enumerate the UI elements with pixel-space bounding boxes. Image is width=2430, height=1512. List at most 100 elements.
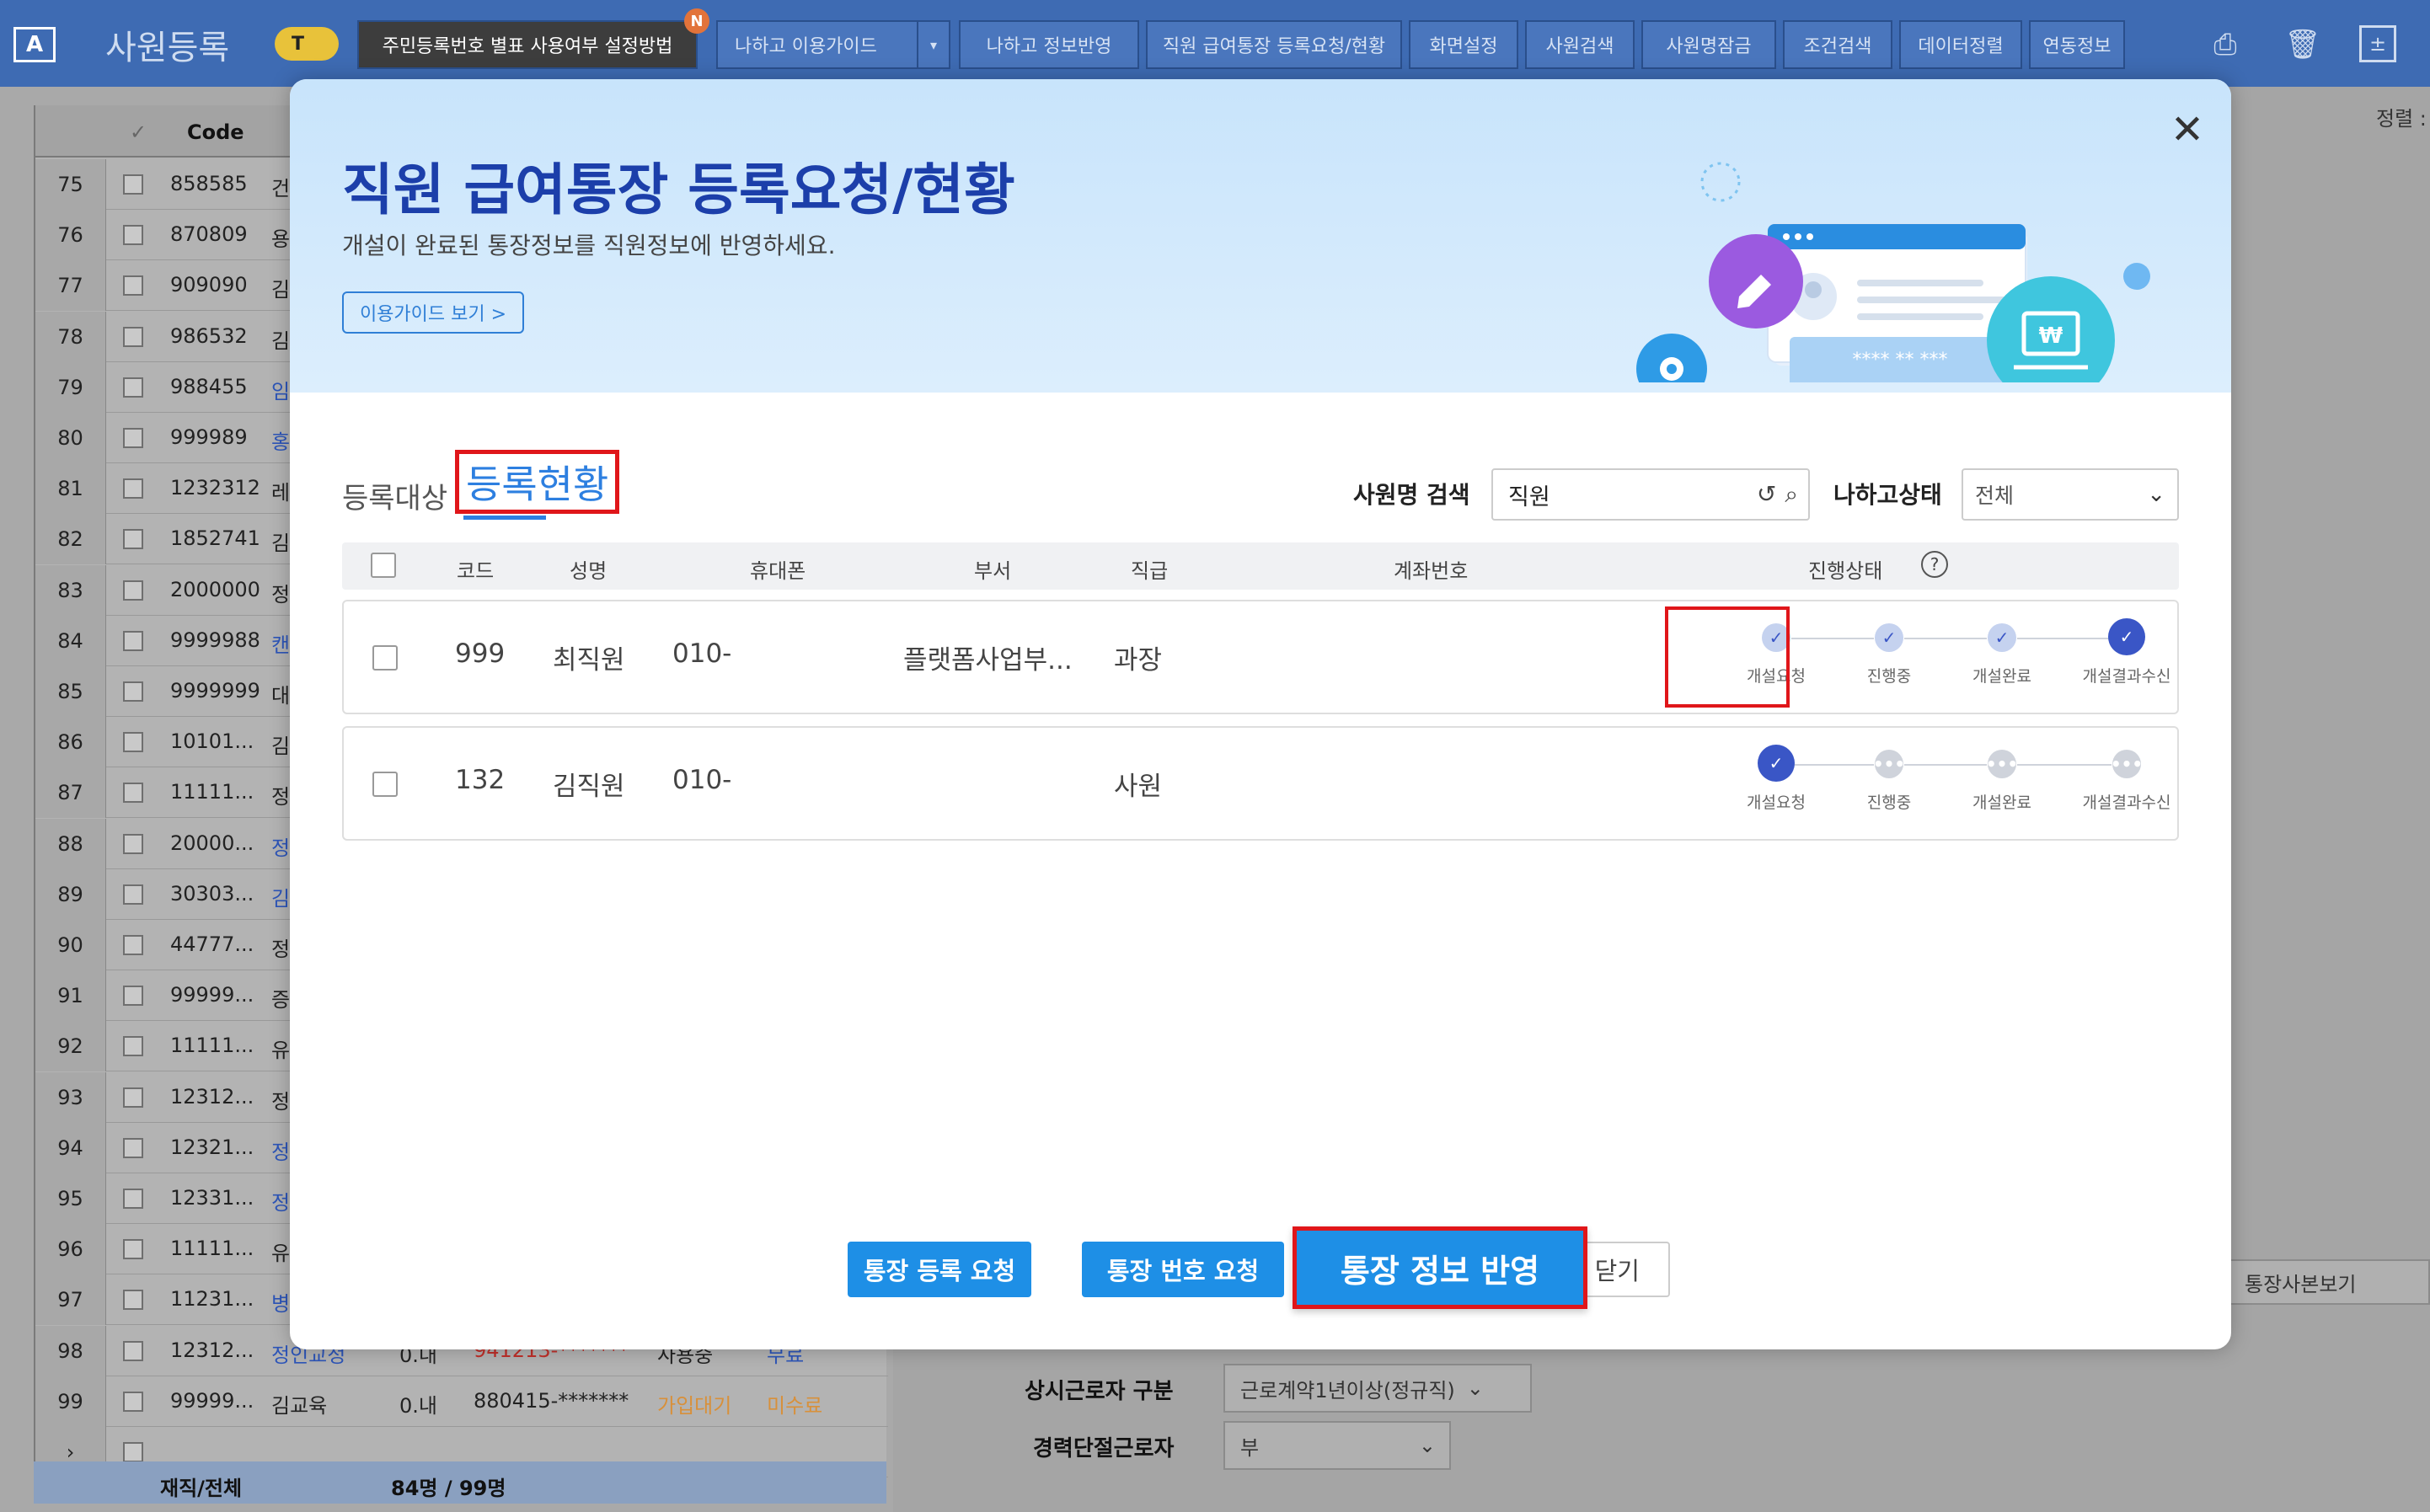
row-number: 77 bbox=[35, 260, 106, 312]
step-label: 개설요청 bbox=[1747, 793, 1806, 812]
footer-label: 재직/전체 bbox=[160, 1477, 243, 1500]
row-code: 909090 bbox=[170, 273, 248, 297]
progress-step: ••• 진행중 bbox=[1839, 745, 1940, 813]
row-checkbox[interactable] bbox=[123, 428, 143, 448]
row-number: 87 bbox=[35, 767, 106, 819]
row-cell: 미수료 bbox=[767, 1393, 823, 1418]
row-checkbox[interactable] bbox=[123, 377, 143, 398]
bankbook-request-button[interactable]: 직원 급여통장 등록요청/현황 bbox=[1146, 20, 1402, 69]
condition-search-button[interactable]: 조건검색 bbox=[1783, 20, 1892, 69]
row-number: 92 bbox=[35, 1021, 106, 1072]
select-all-checkbox[interactable] bbox=[371, 553, 396, 578]
row-code: 11111... bbox=[170, 1237, 254, 1261]
reset-icon[interactable]: ↺ bbox=[1757, 480, 1776, 509]
table-row[interactable]: 999 최직원 010- 플랫폼사업부... 과장 ✓ 개설요청 ✓ 진행중 ✓ 개설완료 ✓ 개설결과… bbox=[342, 600, 2179, 714]
rrn-setting-button[interactable]: 주민등록번호 별표 사용여부 설정방법 bbox=[357, 20, 698, 69]
number-request-button[interactable]: 통장 번호 요청 bbox=[1082, 1242, 1284, 1297]
guide-button[interactable]: 이용가이드 보기 > bbox=[342, 291, 524, 334]
row-number: 79 bbox=[35, 361, 106, 413]
worker-type-select[interactable]: 근로계약1년이상(정규직) ⌄ bbox=[1223, 1364, 1532, 1413]
progress-step: ✓ 진행중 bbox=[1839, 618, 1940, 687]
row-checkbox[interactable] bbox=[123, 1137, 143, 1158]
bankbook-modal: 직원 급여통장 등록요청/현황 개설이 완료된 통장정보를 직원정보에 반영하세… bbox=[290, 79, 2231, 1349]
link-info-button[interactable]: 연동정보 bbox=[2029, 20, 2125, 69]
row-checkbox[interactable] bbox=[123, 935, 143, 955]
modal-subtitle: 개설이 완료된 통장정보를 직원정보에 반영하세요. bbox=[342, 232, 836, 259]
tab-register-status[interactable]: 등록현황 bbox=[455, 450, 620, 514]
guide-dropdown-button[interactable]: 나하고 이용가이드 bbox=[716, 20, 950, 69]
name-lock-button[interactable]: 사원명잠금 bbox=[1641, 20, 1776, 69]
row-number: 80 bbox=[35, 413, 106, 463]
row-checkbox[interactable] bbox=[123, 478, 143, 500]
employee-search-button[interactable]: 사원검색 bbox=[1525, 20, 1635, 69]
row-checkbox[interactable] bbox=[123, 1340, 143, 1361]
row-checkbox[interactable] bbox=[123, 1189, 143, 1209]
step-label: 진행중 bbox=[1866, 793, 1912, 812]
bankbook-illustration: **** ** *** ₩ bbox=[1636, 162, 2150, 382]
check-icon: ✓ bbox=[1875, 623, 1903, 652]
row-checkbox[interactable] bbox=[123, 225, 143, 246]
row-code: 44777... bbox=[170, 932, 254, 956]
row-checkbox[interactable] bbox=[123, 783, 143, 804]
new-badge: N bbox=[684, 8, 709, 34]
trash-icon[interactable]: 🗑 bbox=[2282, 24, 2324, 66]
row-number: 94 bbox=[35, 1122, 106, 1173]
row-checkbox[interactable] bbox=[123, 630, 143, 651]
bankbook-copy-button[interactable]: 통장사본보기 bbox=[2228, 1259, 2430, 1305]
screen-setting-button[interactable]: 화면설정 bbox=[1409, 20, 1518, 69]
row-code: 132 bbox=[455, 765, 506, 795]
table-row[interactable]: 132 김직원 010- 사원 ✓ 개설요청 ••• 진행중 ••• 개설완료 ••• 개설결과수신 bbox=[342, 726, 2179, 841]
row-checkbox[interactable] bbox=[123, 275, 143, 297]
row-checkbox[interactable] bbox=[123, 580, 143, 601]
chevron-down-icon: ⌄ bbox=[1466, 1376, 1484, 1400]
row-checkbox[interactable] bbox=[123, 732, 143, 753]
chevron-down-icon[interactable]: ▾ bbox=[917, 20, 950, 69]
search-icon[interactable]: ⌕ bbox=[1785, 480, 1798, 509]
table-header: 코드 성명 휴대폰 부서 직급 계좌번호 진행상태 ? bbox=[342, 542, 2179, 590]
help-icon[interactable]: ? bbox=[1921, 551, 1948, 578]
pending-icon: ••• bbox=[2111, 750, 2143, 778]
info-reflect-button[interactable]: 나하고 정보반영 bbox=[959, 20, 1139, 69]
row-code: 1852741 bbox=[170, 526, 260, 551]
check-all-icon[interactable]: ✓ bbox=[130, 120, 147, 144]
row-checkbox[interactable] bbox=[123, 1036, 143, 1057]
grid-header-code: Code bbox=[187, 120, 244, 144]
row-checkbox[interactable] bbox=[123, 326, 143, 347]
won-sign-icon: ₩ bbox=[2039, 323, 2063, 349]
modal-banner: 직원 급여통장 등록요청/현황 개설이 완료된 통장정보를 직원정보에 반영하세… bbox=[290, 79, 2231, 393]
row-checkbox[interactable] bbox=[123, 884, 143, 905]
row-checkbox[interactable] bbox=[372, 772, 398, 797]
tab-register-target[interactable]: 등록대상 bbox=[342, 475, 447, 516]
row-checkbox[interactable] bbox=[123, 833, 143, 854]
row-checkbox[interactable] bbox=[123, 529, 143, 550]
row-checkbox[interactable] bbox=[123, 986, 143, 1007]
row-checkbox[interactable] bbox=[123, 1391, 143, 1412]
row-checkbox[interactable] bbox=[123, 1442, 143, 1462]
register-request-button[interactable]: 통장 등록 요청 bbox=[848, 1242, 1031, 1297]
career-break-select[interactable]: 부 ⌄ bbox=[1223, 1421, 1451, 1470]
grid-row[interactable]: 99 99999... 김교육 0.내 880415-******* 가입대기 미수료 bbox=[35, 1376, 888, 1427]
calculator-icon[interactable]: ± bbox=[2359, 25, 2396, 62]
row-number: 86 bbox=[35, 717, 106, 768]
name-search-input[interactable]: 직원 ↺ ⌕ bbox=[1491, 468, 1810, 521]
row-dept: 플랫폼사업부... bbox=[903, 645, 1073, 676]
print-icon[interactable]: ⎙ bbox=[2204, 24, 2246, 66]
row-checkbox[interactable] bbox=[123, 174, 143, 195]
masked-account-text: **** ** *** bbox=[1853, 350, 1948, 371]
row-checkbox[interactable] bbox=[372, 645, 398, 671]
status-select[interactable]: 전체 ⌄ bbox=[1962, 468, 2179, 521]
close-icon[interactable]: ✕ bbox=[2162, 104, 2213, 155]
row-checkbox[interactable] bbox=[123, 1087, 143, 1108]
row-checkbox[interactable] bbox=[123, 1239, 143, 1260]
progress-step: ✓ 개설완료 bbox=[1951, 618, 2053, 687]
row-checkbox[interactable] bbox=[123, 1290, 143, 1311]
reflect-info-button[interactable]: 통장 정보 반영 bbox=[1293, 1226, 1587, 1309]
col-grade: 직급 bbox=[1131, 559, 1169, 583]
data-sort-button[interactable]: 데이터정렬 bbox=[1899, 20, 2022, 69]
step-label: 개설완료 bbox=[1972, 667, 2031, 686]
col-phone: 휴대폰 bbox=[750, 559, 806, 583]
check-icon: ✓ bbox=[1988, 623, 2016, 652]
highlight-box bbox=[1665, 606, 1790, 708]
row-checkbox[interactable] bbox=[123, 681, 143, 702]
row-code: 1232312 bbox=[170, 476, 260, 500]
